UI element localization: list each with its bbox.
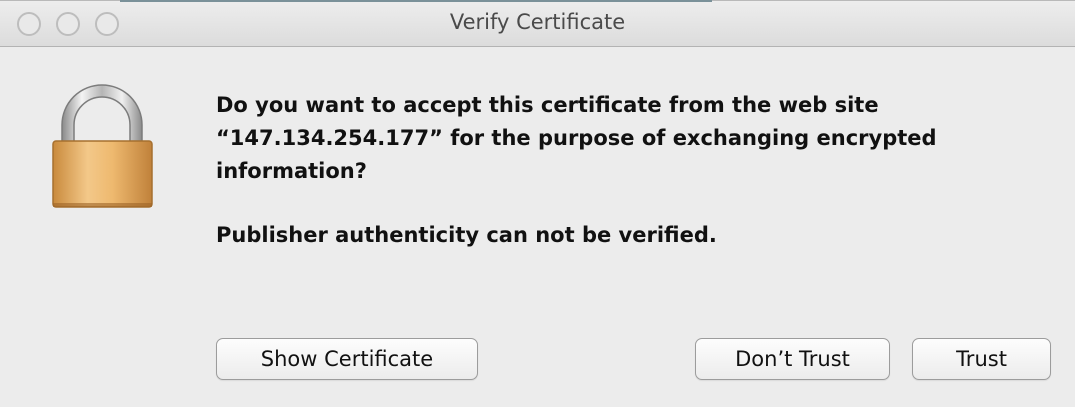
- dont-trust-button[interactable]: Don’t Trust: [695, 338, 890, 380]
- certificate-message: Do you want to accept this certificate f…: [216, 89, 1046, 252]
- publisher-warning: Publisher authenticity can not be verifi…: [216, 223, 717, 247]
- trust-button[interactable]: Trust: [912, 338, 1051, 380]
- title-bar: Verify Certificate: [0, 0, 1075, 47]
- message-line-1: Do you want to accept this certificate f…: [216, 93, 879, 117]
- message-line-2: “147.134.254.177” for the purpose of exc…: [216, 126, 937, 150]
- window-title: Verify Certificate: [449, 10, 626, 34]
- title-bar-accent: [120, 0, 712, 2]
- lock-icon: [52, 84, 153, 208]
- message-line-3: information?: [216, 159, 367, 183]
- show-certificate-button[interactable]: Show Certificate: [216, 338, 478, 380]
- verify-certificate-window: Verify Certificate Do you want to accept…: [0, 0, 1075, 407]
